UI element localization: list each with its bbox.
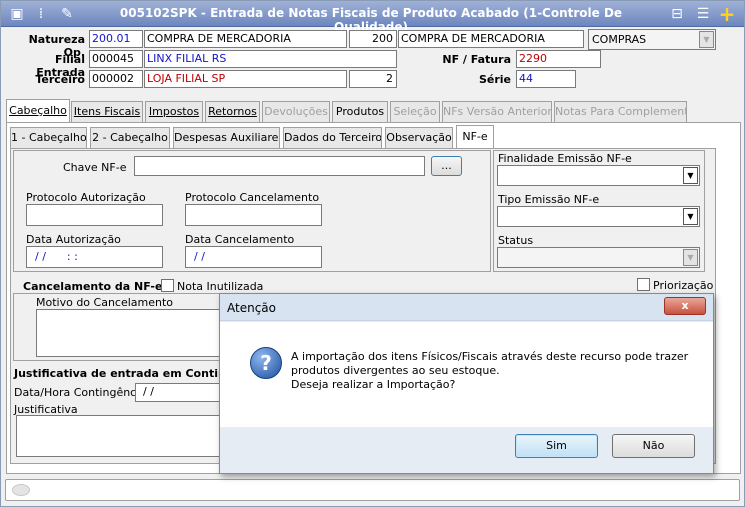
nf-label: NF / Fatura (442, 53, 511, 66)
serie-field[interactable]: 44 (516, 70, 576, 88)
status-indicator-icon (12, 484, 30, 496)
natureza-code-field[interactable]: 200.01 (89, 30, 143, 48)
dialog-title-bar: Atenção x (220, 294, 713, 321)
menu-icon[interactable]: ☰ (693, 4, 713, 24)
chevron-down-icon[interactable]: ▼ (683, 249, 698, 266)
filial-name-field[interactable]: LINX FILIAL RS (144, 50, 397, 68)
protocolo-canc-input[interactable] (185, 204, 322, 226)
filial-code-field[interactable]: 000045 (89, 50, 143, 68)
subtab-dados-terceiro[interactable]: Dados do Terceiro (283, 127, 382, 148)
subtab-despesas[interactable]: Despesas Auxiliares (173, 127, 280, 148)
data-canc-label: Data Cancelamento (185, 233, 295, 246)
natureza-desc2-field[interactable]: COMPRA DE MERCADORIA (398, 30, 584, 48)
traffic-light-icon[interactable]: ⁞ (31, 4, 51, 24)
tab-cabecalho[interactable]: Cabeçalho (6, 99, 70, 122)
subtab-observacao[interactable]: Observação (385, 127, 453, 148)
tab-devolucoes[interactable]: Devoluções (262, 101, 330, 122)
data-hora-label: Data/Hora Contingência (14, 386, 147, 399)
chevron-down-icon[interactable]: ▼ (683, 208, 698, 225)
data-aut-label: Data Autorização (26, 233, 121, 246)
dialog-message: A importação dos itens Físicos/Fiscais a… (291, 350, 691, 392)
priorizacao-label: Priorização (653, 279, 714, 292)
protocolo-canc-label: Protocolo Cancelamento (185, 191, 320, 204)
terceiro-code-field[interactable]: 000002 (89, 70, 143, 88)
subtab-cabecalho-2[interactable]: 2 - Cabeçalho (90, 127, 170, 148)
data-aut-input[interactable]: / / : : (26, 246, 163, 268)
natureza-desc-field[interactable]: COMPRA DE MERCADORIA (144, 30, 347, 48)
priorizacao-checkbox[interactable] (637, 278, 650, 291)
tab-nfs-versao-anterior[interactable]: NFs Versão Anterior (442, 101, 552, 122)
tab-selecao[interactable]: Seleção (390, 101, 440, 122)
motivo-label: Motivo do Cancelamento (36, 296, 174, 309)
question-icon: ? (250, 347, 282, 379)
nota-inutilizada-checkbox[interactable] (161, 279, 174, 292)
subtab-nfe[interactable]: NF-e (456, 125, 494, 148)
tipo-label: Tipo Emissão NF-e (498, 193, 600, 206)
dialog-title: Atenção (227, 301, 276, 315)
wrench-icon[interactable]: ✎ (57, 4, 77, 24)
restore-icon[interactable]: ⊟ (667, 4, 687, 24)
status-bar (5, 479, 740, 501)
natureza-combo[interactable]: COMPRAS ▼ (588, 29, 716, 50)
finalidade-combo[interactable]: ▼ (497, 165, 700, 186)
serie-label: Série (478, 73, 511, 86)
add-icon[interactable]: + (717, 4, 737, 24)
chevron-down-icon[interactable]: ▼ (699, 31, 714, 48)
cancelamento-label: Cancelamento da NF-e (23, 280, 163, 293)
status-combo[interactable]: ▼ (497, 247, 700, 268)
terceiro-label: Terceiro (35, 73, 85, 86)
dialog-message-line: Deseja realizar a Importação? (291, 378, 456, 391)
finalidade-label: Finalidade Emissão NF-e (498, 152, 632, 165)
title-bar: ▣ ⁞ ✎ 005102SPK - Entrada de Notas Fisca… (1, 1, 744, 34)
terceiro-num-field[interactable]: 2 (349, 70, 397, 88)
nf-field[interactable]: 2290 (516, 50, 601, 68)
status-label: Status (498, 234, 534, 247)
chave-lookup-button[interactable]: ... (431, 156, 462, 176)
confirm-dialog: Atenção x ? A importação dos itens Físic… (219, 293, 714, 474)
chave-input[interactable] (134, 156, 425, 176)
natureza-combo-value: COMPRAS (592, 33, 647, 46)
yes-button[interactable]: Sim (515, 434, 598, 458)
window-menu-icon[interactable]: ▣ (7, 4, 27, 24)
protocolo-aut-input[interactable] (26, 204, 163, 226)
dialog-message-line: produtos divergentes ao seu estoque. (291, 364, 500, 377)
dialog-message-line: A importação dos itens Físicos/Fiscais a… (291, 350, 689, 363)
motivo-textarea[interactable] (36, 309, 226, 357)
subtab-cabecalho-1[interactable]: 1 - Cabeçalho (10, 127, 87, 148)
close-icon[interactable]: x (664, 297, 706, 315)
no-button[interactable]: Não (612, 434, 695, 458)
main-tabs: Cabeçalho Itens Fiscais Impostos Retorno… (6, 99, 741, 122)
justificativa-textarea[interactable] (16, 415, 226, 457)
protocolo-aut-label: Protocolo Autorização (26, 191, 146, 204)
tab-produtos[interactable]: Produtos (332, 101, 388, 122)
chevron-down-icon[interactable]: ▼ (683, 167, 698, 184)
tab-impostos[interactable]: Impostos (145, 101, 203, 122)
data-canc-input[interactable]: / / (185, 246, 322, 268)
terceiro-name-field[interactable]: LOJA FILIAL SP (144, 70, 347, 88)
nota-inutilizada-label: Nota Inutilizada (177, 280, 264, 293)
natureza-num-field[interactable]: 200 (349, 30, 397, 48)
sub-tabs: 1 - Cabeçalho 2 - Cabeçalho Despesas Aux… (10, 125, 740, 148)
data-hora-input[interactable]: / / (135, 383, 225, 402)
tab-itens-fiscais[interactable]: Itens Fiscais (71, 101, 143, 122)
chave-label: Chave NF-e (63, 161, 127, 174)
dialog-body: ? A importação dos itens Físicos/Fiscais… (220, 322, 713, 427)
tab-retornos[interactable]: Retornos (205, 101, 260, 122)
tipo-combo[interactable]: ▼ (497, 206, 700, 227)
tab-notas-complemento[interactable]: Notas Para Complemento (554, 101, 687, 122)
